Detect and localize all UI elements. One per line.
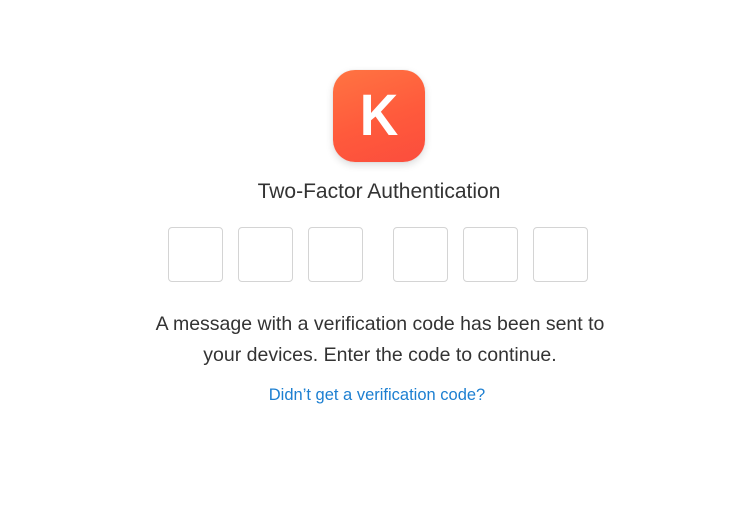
verification-code-inputs	[168, 227, 592, 284]
code-digit-1-input[interactable]	[168, 227, 223, 282]
verification-message: A message with a verification code has b…	[100, 309, 660, 371]
page-title: Two-Factor Authentication	[257, 180, 501, 203]
resend-code-link[interactable]: Didn’t get a verification code?	[0, 386, 750, 405]
verification-message-line-1: A message with a verification code has b…	[155, 313, 605, 335]
code-digit-4-input[interactable]	[393, 227, 448, 282]
verification-message-line-2: your devices. Enter the code to continue…	[203, 344, 557, 366]
code-digit-6-input[interactable]	[533, 227, 588, 282]
code-digit-2-input[interactable]	[238, 227, 293, 282]
app-logo-letter: K	[359, 83, 399, 148]
app-logo-icon: K	[333, 70, 425, 162]
code-digit-3-input[interactable]	[308, 227, 363, 282]
two-factor-page: K Two-Factor Authentication A message wi…	[0, 0, 750, 521]
code-digit-5-input[interactable]	[463, 227, 518, 282]
